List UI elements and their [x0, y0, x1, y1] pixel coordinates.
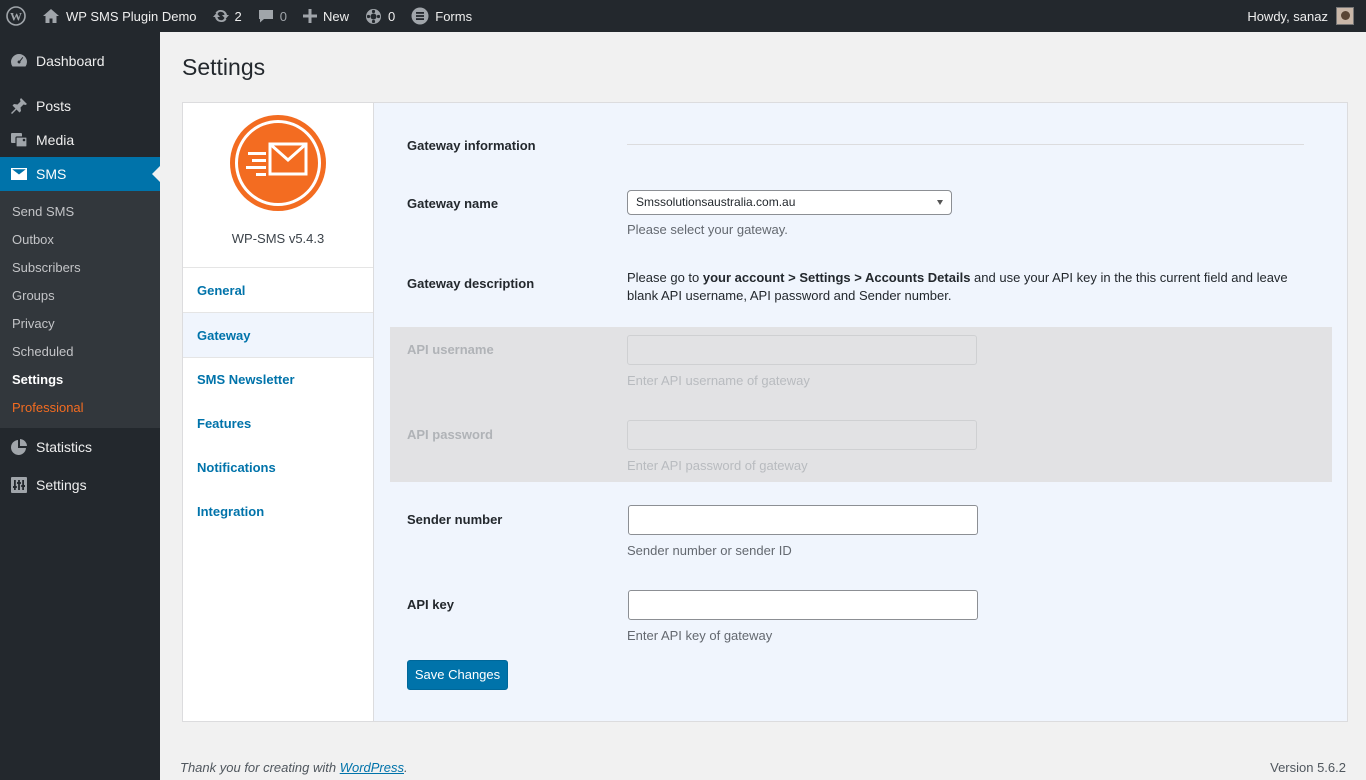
- gateway-desc-text: Please go to your account > Settings > A…: [627, 270, 1288, 303]
- envelope-icon: [11, 168, 27, 180]
- settings-icon: [11, 477, 27, 493]
- comments-link[interactable]: 0: [250, 0, 295, 32]
- menu-statistics-label: Statistics: [36, 439, 93, 455]
- updates-count: 2: [234, 8, 242, 24]
- api-password-input[interactable]: [627, 420, 977, 450]
- menu-media[interactable]: Media: [0, 123, 160, 157]
- gateway-name-select[interactable]: Smssolutionsaustralia.com.au: [627, 190, 952, 215]
- submenu-send-sms[interactable]: Send SMS: [0, 198, 160, 226]
- media-icon: [11, 133, 28, 148]
- dashboard-icon: [11, 54, 27, 67]
- forms-link[interactable]: Forms: [403, 0, 480, 32]
- menu-sms[interactable]: SMS: [0, 157, 160, 191]
- submenu-groups[interactable]: Groups: [0, 282, 160, 310]
- menu-settings-label: Settings: [36, 477, 87, 493]
- disabled-credentials-block: API username Enter API username of gatew…: [390, 327, 1332, 482]
- support-icon: [366, 8, 382, 24]
- api-username-label: API username: [407, 342, 494, 357]
- tab-features[interactable]: Features: [183, 402, 373, 446]
- sms-submenu: Send SMS Outbox Subscribers Groups Priva…: [0, 191, 160, 428]
- wordpress-logo-button[interactable]: W: [0, 0, 34, 32]
- updates-link[interactable]: 2: [205, 0, 250, 32]
- submenu-subscribers[interactable]: Subscribers: [0, 254, 160, 282]
- menu-settings[interactable]: Settings: [0, 468, 160, 502]
- sender-number-input[interactable]: [628, 505, 978, 535]
- api-password-label: API password: [407, 427, 493, 442]
- save-changes-button[interactable]: Save Changes: [407, 660, 508, 690]
- footer-thanks: Thank you for creating with WordPress.: [180, 760, 408, 775]
- gateway-info-heading: Gateway information: [407, 138, 536, 153]
- footer-thanks-prefix: Thank you for creating with: [180, 760, 340, 775]
- sender-number-label: Sender number: [407, 512, 503, 527]
- menu-sms-label: SMS: [36, 166, 67, 182]
- account-path: your account > Settings > Accounts Detai…: [702, 270, 971, 285]
- forms-icon: [411, 7, 429, 25]
- settings-panel: WP-SMS v5.4.3 General Gateway SMS Newsle…: [182, 102, 1348, 722]
- wordpress-link[interactable]: WordPress: [340, 760, 404, 775]
- wordpress-icon: W: [6, 6, 26, 26]
- badge-count: 0: [388, 8, 396, 24]
- section-divider: [627, 144, 1304, 145]
- settings-nav: WP-SMS v5.4.3 General Gateway SMS Newsle…: [183, 103, 374, 721]
- home-icon: [43, 9, 59, 23]
- pie-chart-icon: [11, 439, 27, 455]
- menu-statistics[interactable]: Statistics: [0, 430, 160, 464]
- new-content-link[interactable]: New: [295, 0, 357, 32]
- submenu-outbox[interactable]: Outbox: [0, 226, 160, 254]
- menu-dashboard-label: Dashboard: [36, 53, 105, 69]
- api-key-label: API key: [407, 597, 454, 612]
- submenu-professional[interactable]: Professional: [0, 394, 160, 422]
- menu-media-label: Media: [36, 132, 75, 148]
- howdy-link[interactable]: Howdy, sanaz: [1247, 9, 1328, 24]
- tab-notifications[interactable]: Notifications: [183, 446, 373, 490]
- plus-icon: [303, 9, 317, 23]
- main-content: Settings WP-SMS v5.4.3 General Gateway S…: [160, 32, 1366, 780]
- submenu-privacy[interactable]: Privacy: [0, 310, 160, 338]
- gateway-name-desc: Please select your gateway.: [627, 222, 788, 237]
- plugin-version: WP-SMS v5.4.3: [231, 231, 325, 246]
- plugin-logo-box: WP-SMS v5.4.3: [183, 103, 373, 268]
- footer-thanks-suffix: .: [404, 760, 408, 775]
- gateway-desc-label: Gateway description: [407, 276, 535, 291]
- site-name: WP SMS Plugin Demo: [66, 8, 197, 24]
- plugin-badge-link[interactable]: 0: [357, 0, 403, 32]
- api-key-input[interactable]: [628, 590, 978, 620]
- footer-version: Version 5.6.2: [1270, 760, 1346, 775]
- api-key-desc: Enter API key of gateway: [627, 628, 773, 643]
- gateway-settings-form: Gateway information Gateway name Smssolu…: [374, 103, 1347, 721]
- svg-text:W: W: [10, 10, 22, 24]
- api-password-desc: Enter API password of gateway: [627, 458, 808, 473]
- admin-sidebar: Dashboard Posts Media SMS Send SMS Outbo…: [0, 32, 160, 780]
- updates-icon: [212, 9, 229, 23]
- submenu-scheduled[interactable]: Scheduled: [0, 338, 160, 366]
- menu-dashboard[interactable]: Dashboard: [0, 44, 160, 78]
- api-username-input[interactable]: [627, 335, 977, 365]
- chevron-down-icon: [937, 200, 943, 205]
- comment-icon: [258, 10, 273, 23]
- api-username-desc: Enter API username of gateway: [627, 373, 810, 388]
- gateway-name-value: Smssolutionsaustralia.com.au: [636, 195, 796, 209]
- tab-gateway[interactable]: Gateway: [183, 313, 373, 358]
- tab-sms-newsletter[interactable]: SMS Newsletter: [183, 358, 373, 402]
- page-title: Settings: [182, 54, 266, 80]
- submenu-settings[interactable]: Settings: [0, 366, 160, 394]
- avatar[interactable]: [1336, 7, 1354, 25]
- tab-general[interactable]: General: [183, 268, 373, 313]
- admin-bar: W WP SMS Plugin Demo 2 0 New 0 Forms How…: [0, 0, 1366, 32]
- site-name-link[interactable]: WP SMS Plugin Demo: [34, 0, 205, 32]
- wp-sms-logo: [230, 115, 326, 211]
- fast-mail-icon: [246, 142, 308, 176]
- menu-posts-label: Posts: [36, 98, 72, 114]
- gateway-name-label: Gateway name: [407, 196, 499, 211]
- pin-icon: [11, 98, 27, 114]
- new-label: New: [323, 8, 350, 24]
- menu-posts[interactable]: Posts: [0, 89, 160, 123]
- comments-count: 0: [279, 8, 287, 24]
- sender-number-desc: Sender number or sender ID: [627, 543, 792, 558]
- forms-label: Forms: [435, 8, 473, 24]
- tab-integration[interactable]: Integration: [183, 490, 373, 534]
